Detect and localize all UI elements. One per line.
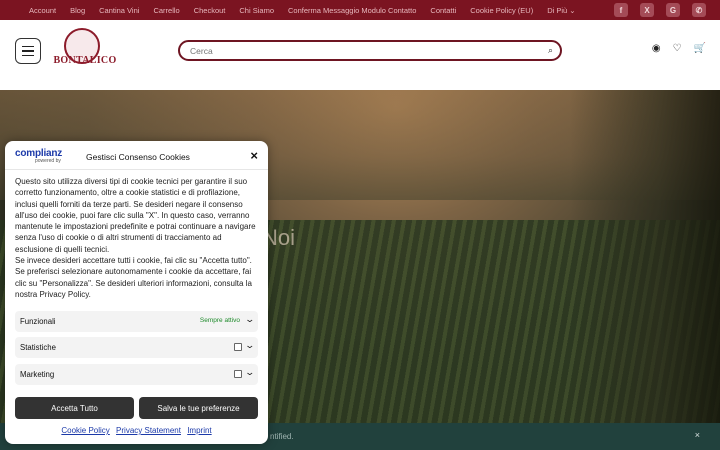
search-bar: ⌕	[178, 40, 562, 61]
top-links: Account Blog Cantina Vini Carrello Check…	[22, 6, 583, 15]
top-link-cookie-policy[interactable]: Cookie Policy (EU)	[463, 6, 540, 15]
cookie-category-statistics[interactable]: Statistiche ⌄	[15, 337, 258, 358]
top-link-blog[interactable]: Blog	[63, 6, 92, 15]
heart-icon[interactable]: ♡	[673, 43, 682, 54]
phone-icon[interactable]: ✆	[692, 3, 706, 17]
search-icon[interactable]: ⌕	[548, 45, 553, 56]
footer-notice-text: ntified.	[270, 432, 294, 441]
cookie-category-marketing[interactable]: Marketing ⌄	[15, 364, 258, 385]
complianz-logo: complianz powered by	[15, 148, 62, 164]
cookie-description-text: Questo sito utilizza diversi tipi di coo…	[15, 177, 256, 299]
divider	[5, 169, 268, 170]
chevron-down-icon[interactable]: ⌄	[245, 367, 256, 378]
top-link-carrello[interactable]: Carrello	[146, 6, 186, 15]
hamburger-icon	[22, 45, 34, 48]
header-icons: ◉ ♡ 🛒	[652, 43, 706, 54]
marketing-checkbox[interactable]	[234, 370, 242, 378]
top-link-chi-siamo[interactable]: Chi Siamo	[232, 6, 281, 15]
cookie-dialog-title: Gestisci Consenso Cookies	[86, 152, 190, 162]
x-icon[interactable]: X	[640, 3, 654, 17]
cart-icon[interactable]: 🛒	[694, 43, 706, 54]
chevron-down-icon[interactable]: ⌄	[245, 340, 256, 351]
top-link-checkout[interactable]: Checkout	[187, 6, 233, 15]
chevron-down-icon[interactable]: ⌄	[245, 314, 256, 325]
site-logo[interactable]: BONTALICO	[52, 28, 118, 76]
top-link-account[interactable]: Account	[22, 6, 63, 15]
statistics-checkbox[interactable]	[234, 343, 242, 351]
cookie-consent-dialog: complianz powered by Gestisci Consenso C…	[5, 141, 268, 444]
privacy-statement-link[interactable]: Privacy Statement	[116, 426, 181, 435]
logo-text: BONTALICO	[53, 55, 117, 66]
top-navigation-bar: Account Blog Cantina Vini Carrello Check…	[0, 0, 720, 20]
cookie-description: Questo sito utilizza diversi tipi di coo…	[15, 176, 260, 300]
cookie-close-icon[interactable]: ×	[250, 148, 258, 163]
category-label: Marketing	[20, 370, 55, 379]
cookie-policy-link[interactable]: Cookie Policy	[61, 426, 109, 435]
social-icons: f X G ✆	[614, 3, 706, 17]
top-link-cantina[interactable]: Cantina Vini	[92, 6, 146, 15]
account-icon[interactable]: ◉	[652, 43, 661, 54]
top-link-more[interactable]: Di Più ⌄	[540, 6, 582, 15]
footer-close-icon[interactable]: ×	[695, 430, 700, 440]
complianz-powered-by: powered by	[35, 158, 61, 164]
category-state: Sempre attivo	[199, 317, 240, 324]
hero-vine-shadow	[570, 90, 720, 423]
imprint-link[interactable]: Imprint	[187, 426, 211, 435]
save-preferences-button[interactable]: Salva le tue preferenze	[139, 397, 258, 419]
cookie-category-functional[interactable]: Funzionali Sempre attivo ⌄	[15, 311, 258, 332]
category-label: Funzionali	[20, 317, 56, 326]
category-label: Statistiche	[20, 343, 56, 352]
site-header: BONTALICO ⌕ ◉ ♡ 🛒	[0, 20, 720, 90]
accept-all-button[interactable]: Accetta Tutto	[15, 397, 134, 419]
cookie-footer-links: Cookie Policy Privacy Statement Imprint	[5, 426, 268, 435]
search-input[interactable]	[188, 44, 532, 57]
top-link-contatti[interactable]: Contatti	[423, 6, 463, 15]
top-link-conferma[interactable]: Conferma Messaggio Modulo Contatto	[281, 6, 423, 15]
google-icon[interactable]: G	[666, 3, 680, 17]
menu-button[interactable]	[15, 38, 41, 64]
facebook-icon[interactable]: f	[614, 3, 628, 17]
